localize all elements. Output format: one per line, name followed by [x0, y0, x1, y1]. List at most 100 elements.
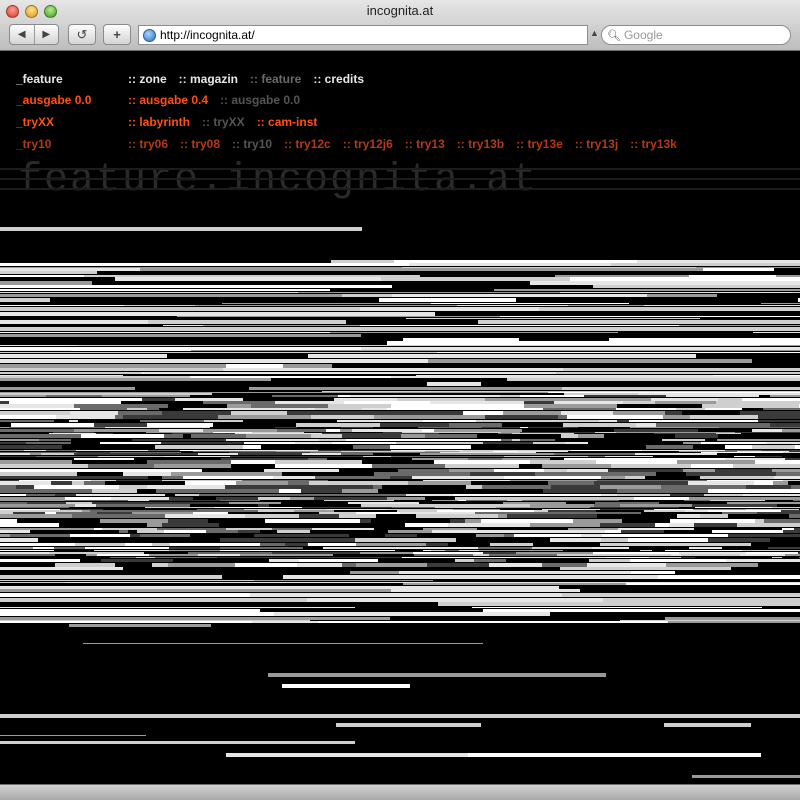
- glitch-stripe: [793, 500, 800, 501]
- nav-link[interactable]: :: ausgabe 0.4: [128, 93, 208, 107]
- glitch-stripe: [0, 289, 330, 291]
- forward-arrow-icon[interactable]: ▶: [35, 29, 59, 40]
- glitch-stripe: [630, 559, 726, 562]
- glitch-stripe: [647, 294, 717, 297]
- glitch-stripe: [649, 557, 681, 558]
- nav-link[interactable]: :: try08: [180, 137, 220, 151]
- glitch-stripe: [565, 442, 588, 444]
- glitch-stripe: [551, 485, 600, 489]
- glitch-stripe: [103, 509, 162, 510]
- glitch-stripe: [564, 458, 594, 460]
- nav-section-label[interactable]: _try10: [16, 137, 51, 151]
- nav-link[interactable]: :: credits: [313, 72, 364, 86]
- glitch-stripe: [397, 510, 437, 512]
- address-bar[interactable]: [138, 25, 588, 45]
- glitch-stripe: [0, 345, 77, 346]
- glitch-stripe: [795, 445, 800, 449]
- glitch-stripe: [782, 429, 800, 432]
- nav-link[interactable]: :: try13k: [630, 137, 677, 151]
- glitch-stripe: [740, 411, 800, 415]
- nav-link[interactable]: :: try13j: [575, 137, 618, 151]
- glitch-stripe: [0, 378, 271, 381]
- nav-link[interactable]: :: try13b: [457, 137, 504, 151]
- glitch-stripe: [513, 327, 800, 331]
- glitch-stripe: [275, 427, 297, 428]
- nav-link[interactable]: :: feature: [250, 72, 301, 86]
- glitch-stripe: [398, 547, 478, 549]
- glitch-stripe: [217, 557, 262, 558]
- glitch-stripe: [455, 497, 550, 500]
- back-arrow-icon[interactable]: ◀: [10, 29, 34, 40]
- url-input[interactable]: [160, 28, 587, 42]
- glitch-stripe: [498, 433, 512, 434]
- glitch-stripe: [530, 281, 800, 285]
- glitch-stripe: [141, 372, 556, 374]
- glitch-stripe: [483, 609, 800, 612]
- glitch-stripe: [717, 439, 800, 441]
- glitch-stripe: [251, 472, 282, 476]
- glitch-stripe: [310, 452, 362, 453]
- glitch-stripe: [171, 472, 251, 476]
- glitch-stripe: [180, 450, 196, 451]
- glitch-stripe: [0, 460, 72, 464]
- nav-link[interactable]: :: try12j6: [343, 137, 393, 151]
- glitch-stripe: [119, 530, 128, 533]
- nav-link[interactable]: :: magazin: [179, 72, 238, 86]
- glitch-stripe: [412, 476, 421, 479]
- nav-link[interactable]: :: try13e: [516, 137, 563, 151]
- glitch-stripe: [54, 550, 94, 551]
- nav-section-label[interactable]: _feature: [16, 72, 63, 86]
- glitch-stripe: [691, 464, 733, 468]
- glitch-stripe: [510, 480, 597, 481]
- glitch-stripe: [555, 398, 651, 401]
- nav-link[interactable]: :: ausgabe 0.0: [220, 93, 300, 107]
- search-icon[interactable]: 🔍︎: [607, 29, 621, 42]
- nav-link[interactable]: :: labyrinth: [128, 115, 190, 129]
- nav-section-label[interactable]: _tryXX: [16, 115, 54, 129]
- nav-section-label[interactable]: _ausgabe 0.0: [16, 93, 91, 107]
- glitch-stripe: [162, 480, 204, 481]
- glitch-stripe: [396, 442, 483, 444]
- glitch-stripe: [65, 500, 128, 501]
- glitch-stripe: [617, 494, 670, 496]
- glitch-stripe: [24, 451, 99, 452]
- glitch-stripe: [362, 408, 387, 410]
- nav-link[interactable]: :: tryXX: [202, 115, 245, 129]
- glitch-stripe: [666, 395, 759, 397]
- glitch-stripe: [600, 523, 655, 527]
- nav-link[interactable]: :: try06: [128, 137, 168, 151]
- glitch-stripe: [387, 509, 453, 510]
- reload-button[interactable]: ↺: [68, 24, 96, 45]
- glitch-stripe: [700, 391, 800, 392]
- glitch-stripe: [46, 450, 76, 451]
- search-field[interactable]: 🔍︎: [601, 25, 791, 45]
- glitch-stripe: [427, 563, 489, 567]
- glitch-stripe: [121, 401, 203, 404]
- glitch-stripe: [213, 432, 252, 433]
- add-bookmark-button[interactable]: +: [103, 24, 131, 45]
- glitch-stripe: [433, 395, 500, 397]
- glitch-stripe: [361, 504, 433, 507]
- glitch-stripe: [636, 423, 656, 427]
- glitch-stripe: [605, 530, 621, 533]
- glitch-stripe: [449, 469, 494, 472]
- glitch-stripe: [168, 563, 235, 567]
- nav-link[interactable]: :: zone: [128, 72, 167, 86]
- url-history-arrow-icon[interactable]: ▲: [590, 28, 599, 38]
- glitch-stripe: [146, 433, 172, 434]
- nav-link[interactable]: :: try10: [232, 137, 272, 151]
- glitch-stripe: [352, 429, 422, 432]
- glitch-stripe: [571, 450, 642, 451]
- nav-link[interactable]: :: cam-inst: [257, 115, 318, 129]
- glitch-stripe: [27, 502, 66, 504]
- search-input[interactable]: [623, 28, 790, 42]
- glitch-stripe: [155, 445, 243, 449]
- nav-link[interactable]: :: try12c: [284, 137, 331, 151]
- glitch-stripe: [402, 432, 433, 433]
- nav-link[interactable]: :: try13: [405, 137, 445, 151]
- glitch-stripe: [560, 567, 731, 570]
- glitch-stripe: [140, 420, 204, 422]
- glitch-stripe: [614, 429, 698, 432]
- glitch-stripe: [229, 452, 310, 453]
- glitch-stripe: [766, 442, 800, 444]
